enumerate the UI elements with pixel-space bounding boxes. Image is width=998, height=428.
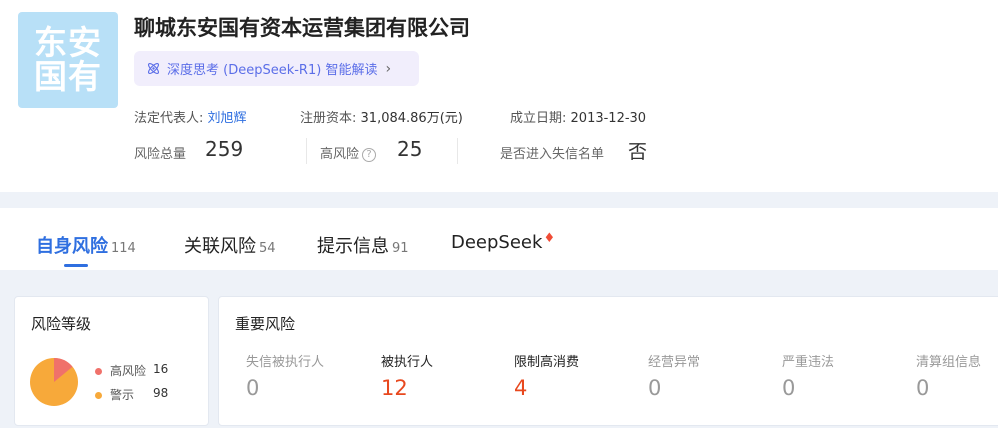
tab-count: 54	[259, 241, 276, 256]
tab-label: 关联风险	[184, 236, 256, 257]
legend-high-value: 16	[153, 362, 169, 376]
risk-total-value[interactable]: 259	[205, 137, 243, 161]
tab-count: 114	[111, 241, 136, 256]
tab-related-risk[interactable]: 关联风险 54	[184, 232, 276, 258]
registered-capital: 注册资本: 31,084.86万(元)	[300, 107, 463, 126]
legend-warn-label: 警示	[110, 388, 135, 402]
tab-deepseek[interactable]: DeepSeek♦	[451, 231, 556, 253]
tab-label: DeepSeek	[451, 232, 543, 253]
high-risk-text: 高风险	[320, 147, 360, 162]
deepseek-analysis-button[interactable]: 深度思考 (DeepSeek-R1) 智能解读 ›	[134, 51, 419, 86]
logo-line-2: 国有	[34, 57, 102, 96]
flame-icon: ♦	[543, 231, 556, 246]
risk-item-value[interactable]: 4	[514, 376, 527, 400]
divider	[457, 138, 458, 164]
tab-label: 自身风险	[36, 236, 108, 257]
risk-item-label[interactable]: 限制高消费	[514, 351, 579, 370]
risk-item-value: 0	[782, 376, 796, 400]
risk-item-label[interactable]: 经营异常	[648, 351, 700, 370]
divider	[306, 138, 307, 164]
legal-rep-label: 法定代表人:	[134, 111, 204, 126]
atom-icon	[147, 62, 160, 75]
risk-level-pie-chart	[30, 358, 78, 406]
deepseek-analysis-label: 深度思考 (DeepSeek-R1) 智能解读	[167, 63, 378, 78]
legend-warn-value: 98	[153, 386, 169, 400]
risk-level-title: 风险等级	[31, 315, 92, 333]
capital-label: 注册资本:	[300, 111, 357, 126]
risk-item-value: 0	[916, 376, 930, 400]
company-logo: 东安 国有	[18, 12, 118, 108]
founded-value: 2013-12-30	[570, 111, 647, 126]
risk-item-label[interactable]: 失信被执行人	[246, 351, 324, 370]
logo-line-1: 东安	[34, 23, 102, 62]
risk-item-value: 0	[246, 376, 260, 400]
capital-value: 31,084.86万(元)	[360, 111, 463, 126]
important-risk-title: 重要风险	[235, 315, 296, 333]
help-icon[interactable]: ?	[362, 147, 377, 162]
high-risk-value[interactable]: 25	[397, 137, 422, 161]
tab-own-risk[interactable]: 自身风险 114	[36, 232, 136, 258]
risk-item-label[interactable]: 严重违法	[782, 351, 834, 370]
high-risk-label: 高风险?	[320, 143, 377, 162]
high-risk-dot	[95, 368, 102, 375]
legend-warning: 警示 98	[95, 386, 168, 403]
legal-representative: 法定代表人: 刘旭辉	[134, 107, 247, 126]
chevron-right-icon: ›	[385, 60, 392, 77]
founded-date: 成立日期: 2013-12-30	[510, 107, 646, 126]
company-name: 聊城东安国有资本运营集团有限公司	[134, 16, 470, 40]
active-tab-indicator	[64, 264, 88, 267]
warning-dot	[95, 392, 102, 399]
blacklist-label: 是否进入失信名单	[500, 147, 605, 162]
blacklist-value: 否	[628, 141, 648, 163]
founded-label: 成立日期:	[510, 111, 567, 126]
risk-item-label[interactable]: 被执行人	[381, 351, 433, 370]
risk-tabs: 自身风险 114 关联风险 54 提示信息 91 DeepSeek♦	[0, 208, 998, 270]
risk-item-label[interactable]: 清算组信息	[916, 351, 981, 370]
important-risk-card: 重要风险	[218, 296, 998, 426]
risk-total-label: 风险总量	[134, 147, 187, 162]
tab-label: 提示信息	[317, 236, 389, 257]
tab-notice-info[interactable]: 提示信息 91	[317, 232, 409, 258]
risk-item-value[interactable]: 12	[381, 376, 408, 400]
legend-high-label: 高风险	[110, 364, 147, 378]
legal-rep-link[interactable]: 刘旭辉	[208, 111, 247, 126]
legend-high-risk: 高风险 16	[95, 362, 168, 379]
risk-item-value: 0	[648, 376, 662, 400]
tab-count: 91	[392, 241, 409, 256]
